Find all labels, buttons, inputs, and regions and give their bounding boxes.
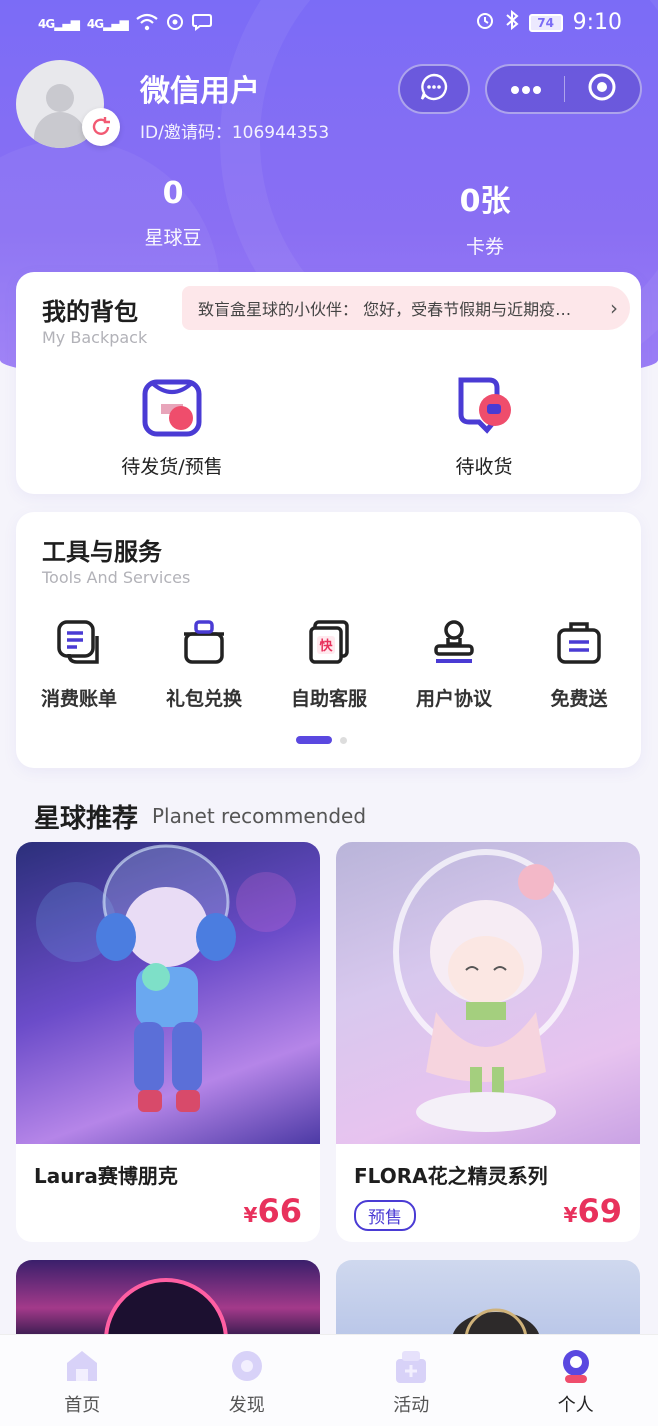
miniprogram-capsule <box>485 64 642 114</box>
tool-user-agreement[interactable]: 用户协议 <box>399 618 509 711</box>
product-card[interactable]: Laura赛博朋克 ¥66 <box>16 842 320 1242</box>
close-miniprogram-icon[interactable] <box>587 72 617 106</box>
signal-4g-icon: 4G▂▄▆ <box>86 17 129 31</box>
bluetooth-icon <box>505 9 519 35</box>
tab-bar: 首页 发现 活动 个人 <box>0 1334 658 1426</box>
service-icon: 快 <box>305 618 353 666</box>
backpack-title: 我的背包 <box>42 298 138 326</box>
profile-icon <box>557 1347 595 1385</box>
stamp-icon <box>430 618 478 666</box>
chat-bubble-icon <box>191 12 212 36</box>
gift-icon <box>180 618 228 666</box>
activity-icon <box>392 1347 430 1385</box>
alarm-icon <box>475 10 495 35</box>
signal-4g-icon: 4G▂▄▆ <box>38 17 80 31</box>
pager-dot-active <box>296 736 332 744</box>
free-bag-icon <box>555 618 603 666</box>
tools-subtitle: Tools And Services <box>42 568 191 587</box>
tool-free-gift[interactable]: 免费送 <box>524 618 634 711</box>
product-price: ¥66 <box>243 1192 302 1230</box>
chat-icon <box>418 71 450 107</box>
home-icon <box>63 1347 101 1385</box>
recommend-subtitle: Planet recommended <box>152 804 367 828</box>
pager-dot <box>340 736 347 744</box>
product-name: FLORA花之精灵系列 <box>354 1164 548 1188</box>
chevron-right-icon: › <box>610 296 618 320</box>
clock: 9:10 <box>572 10 622 35</box>
discover-icon <box>228 1347 266 1385</box>
tab-home[interactable]: 首页 <box>0 1335 165 1426</box>
backpack-pending-shipment[interactable]: 待发货/预售 <box>82 372 262 479</box>
product-image <box>16 842 320 1144</box>
status-bar: 4G▂▄▆ 4G▂▄▆ 74 9:10 <box>0 0 658 50</box>
product-card-partial[interactable] <box>16 1260 320 1340</box>
data-saver-icon <box>166 12 184 36</box>
recommend-title: 星球推荐 <box>34 804 139 834</box>
battery-icon: 74 <box>528 13 563 32</box>
package-receive-icon <box>449 372 519 442</box>
product-name: Laura赛博朋克 <box>34 1164 178 1188</box>
username: 微信用户 <box>140 74 260 109</box>
stat-planet-beans[interactable]: 0 星球豆 <box>113 176 233 250</box>
wifi-icon <box>136 12 158 36</box>
tab-activity[interactable]: 活动 <box>329 1335 494 1426</box>
backpack-subtitle: My Backpack <box>42 328 148 347</box>
tools-pager <box>296 736 347 744</box>
tab-profile[interactable]: 个人 <box>494 1335 658 1426</box>
message-button[interactable] <box>398 64 470 114</box>
svg-text:快: 快 <box>319 638 333 654</box>
tab-discover[interactable]: 发现 <box>165 1335 330 1426</box>
product-card-partial[interactable] <box>336 1260 640 1340</box>
notice-banner[interactable]: 致盲盒星球的小伙伴： 您好，受春节假期与近期疫… › <box>182 286 630 330</box>
backpack-card: 我的背包 My Backpack 致盲盒星球的小伙伴： 您好，受春节假期与近期疫… <box>16 272 641 494</box>
tools-card: 工具与服务 Tools And Services 消费账单 礼包兑换 快 自助客… <box>16 512 641 768</box>
presale-badge: 预售 <box>354 1200 416 1231</box>
product-price: ¥69 <box>563 1192 622 1230</box>
bill-icon <box>55 618 103 666</box>
tool-bill[interactable]: 消费账单 <box>24 618 134 711</box>
tool-gift-redeem[interactable]: 礼包兑换 <box>149 618 259 711</box>
backpack-pending-receipt[interactable]: 待收货 <box>394 372 574 479</box>
tool-self-service[interactable]: 快 自助客服 <box>274 618 384 711</box>
user-id: ID/邀请码：106944353 <box>140 123 330 143</box>
refresh-icon[interactable] <box>82 108 120 146</box>
product-card[interactable]: FLORA花之精灵系列 预售 ¥69 <box>336 842 640 1242</box>
stat-coupons[interactable]: 0张 卡券 <box>425 176 545 259</box>
more-icon[interactable] <box>510 80 542 99</box>
package-pending-icon <box>137 372 207 442</box>
product-image <box>336 842 640 1144</box>
tools-title: 工具与服务 <box>42 538 162 566</box>
